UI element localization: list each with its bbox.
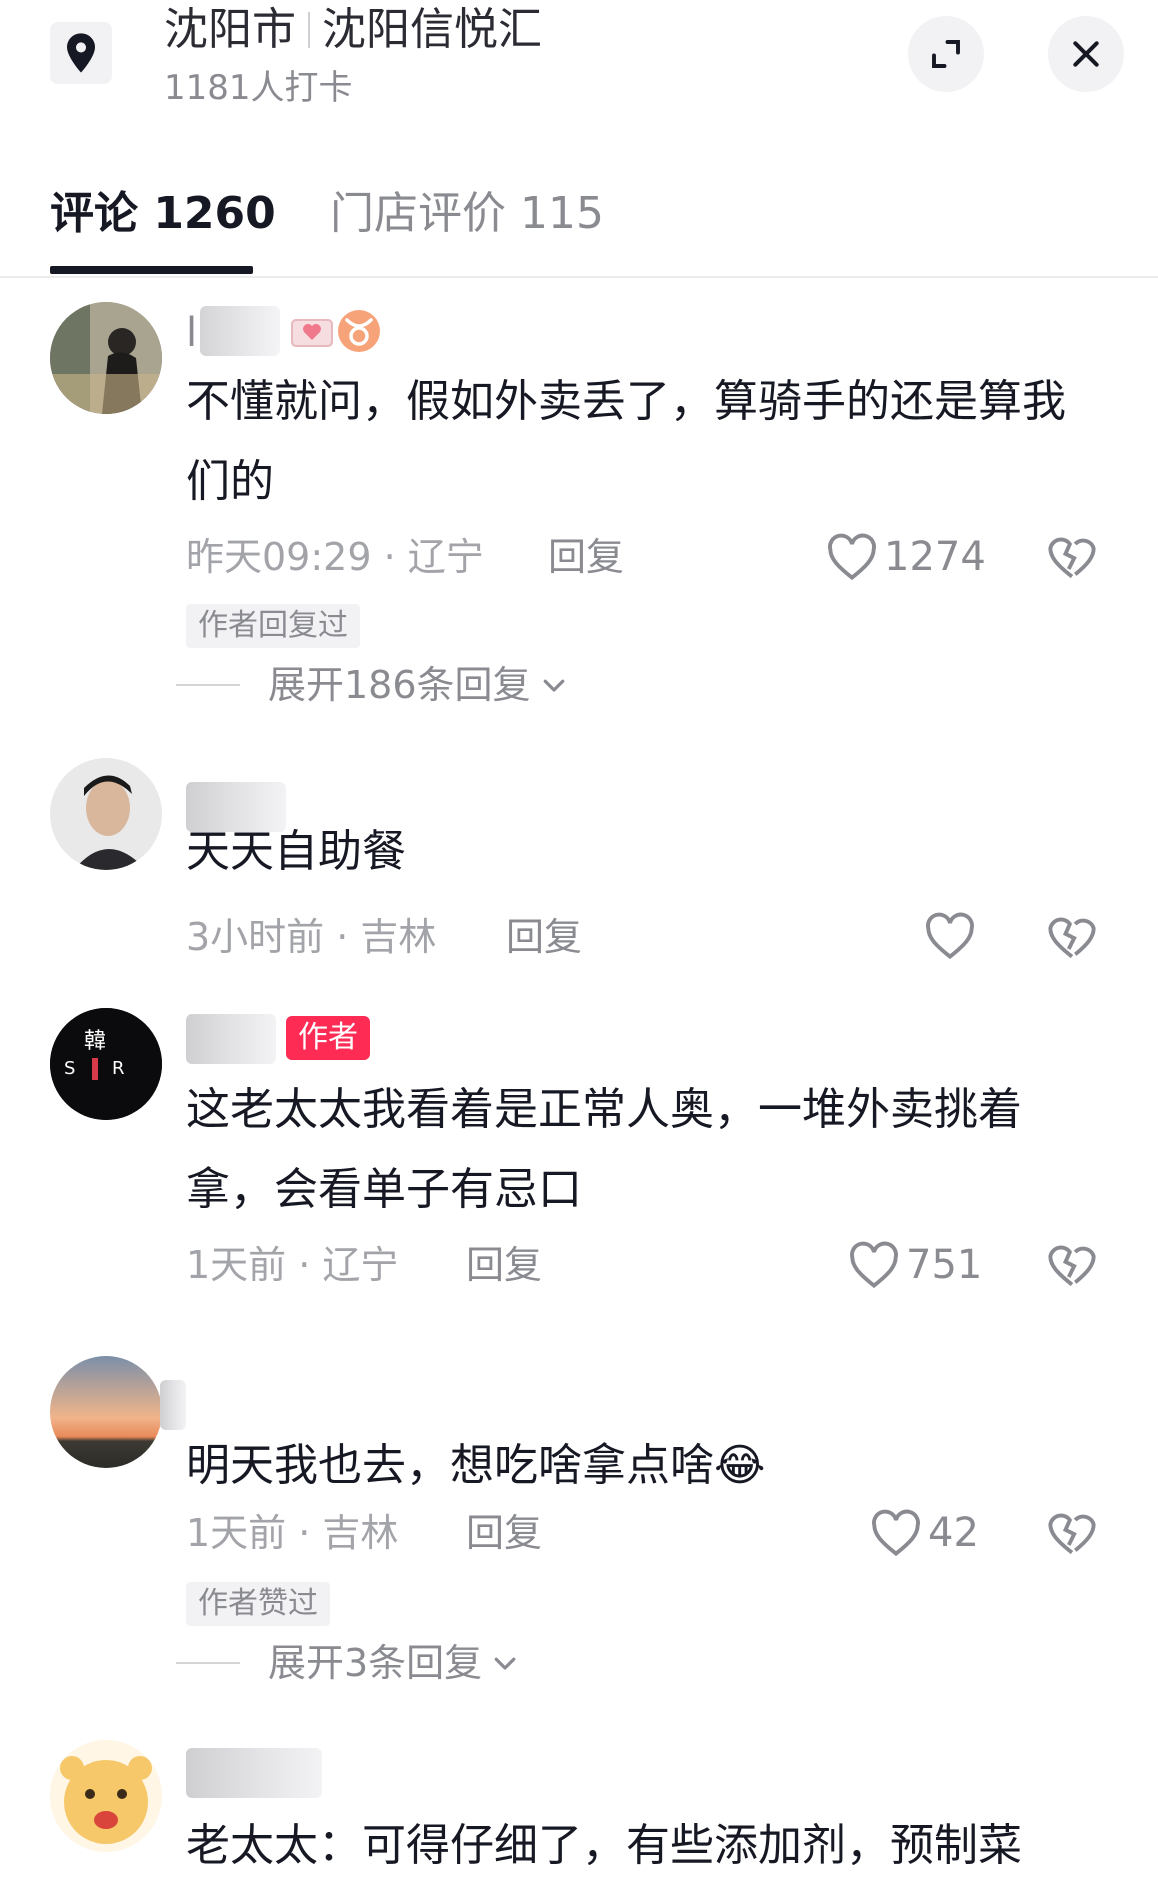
- reply-button[interactable]: 回复: [506, 912, 582, 962]
- author-liked-tag: 作者赞过: [186, 1582, 330, 1626]
- place-title[interactable]: 沈阳市 沈阳信悦汇: [164, 2, 542, 58]
- envelope-heart-icon: [291, 319, 333, 347]
- comment-text: 天天自助餐: [186, 826, 406, 877]
- broken-heart-icon[interactable]: [1046, 530, 1098, 582]
- avatar-photo: [50, 758, 162, 870]
- chevron-down-icon: [494, 1657, 516, 1670]
- like-button[interactable]: 42: [870, 1508, 979, 1558]
- like-count: 42: [928, 1510, 979, 1556]
- expand-replies-label: 展开186条回复: [268, 663, 531, 707]
- username-redacted[interactable]: [160, 1380, 186, 1430]
- heart-icon: [850, 1241, 898, 1289]
- heart-icon: [926, 912, 974, 960]
- broken-heart-icon[interactable]: [1046, 1506, 1098, 1558]
- like-button[interactable]: 751: [848, 1240, 982, 1290]
- comment-time-region: 昨天09:29 · 辽宁: [186, 535, 484, 579]
- taurus-zodiac-icon: [338, 310, 380, 352]
- map-pin-icon: [67, 33, 95, 73]
- comment-text: 明天我也去，想吃啥拿点啥: [186, 1440, 714, 1491]
- like-button[interactable]: 1274: [826, 532, 986, 582]
- expand-replies-button[interactable]: 展开3条回复: [176, 1638, 520, 1688]
- reply-button[interactable]: 回复: [466, 1508, 542, 1558]
- comment-text-row: 明天我也去，想吃啥拿点啥😂: [186, 1426, 1086, 1506]
- city-name: 沈阳市: [164, 4, 296, 55]
- comment-time-region: 1天前 · 吉林: [186, 1511, 399, 1555]
- expand-icon: [932, 40, 960, 68]
- avatar[interactable]: [50, 1356, 162, 1468]
- tab-comments[interactable]: 评论 1260: [50, 184, 276, 244]
- close-button[interactable]: [1048, 16, 1124, 92]
- expand-button[interactable]: [908, 16, 984, 92]
- expand-replies-button[interactable]: 展开186条回复: [176, 660, 569, 710]
- avatar-photo: [50, 1740, 162, 1852]
- author-replied-tag: 作者回复过: [186, 604, 360, 648]
- username[interactable]: l: [186, 308, 197, 358]
- reply-button[interactable]: 回复: [548, 532, 624, 582]
- heart-icon: [828, 533, 876, 581]
- header: 沈阳市 沈阳信悦汇 1181人打卡: [0, 0, 1158, 140]
- reply-button[interactable]: 回复: [466, 1240, 542, 1290]
- like-count: 751: [906, 1242, 983, 1288]
- comment-time-region: 1天前 · 辽宁: [186, 1243, 399, 1287]
- username-redacted[interactable]: [186, 1014, 276, 1064]
- active-tab-indicator: [50, 266, 253, 274]
- username-redacted: [200, 306, 280, 356]
- comment-text: 老太太：可得仔细了，有些添加剂，预制菜: [186, 1820, 1022, 1871]
- comment-text: 不懂就问，假如外卖丢了，算骑手的还是算我们的: [186, 376, 1066, 507]
- expand-replies-label: 展开3条回复: [268, 1641, 483, 1685]
- chevron-down-icon: [543, 679, 564, 692]
- place-name: 沈阳信悦汇: [322, 4, 542, 55]
- tab-store-reviews[interactable]: 门店评价 115: [330, 184, 604, 244]
- svg-text:R: R: [112, 1058, 125, 1079]
- username-redacted[interactable]: [186, 1748, 322, 1798]
- avatar[interactable]: [50, 758, 162, 870]
- like-button[interactable]: [924, 912, 982, 960]
- broken-heart-icon[interactable]: [1046, 910, 1098, 962]
- checkin-count: 1181人打卡: [164, 68, 353, 108]
- avatar[interactable]: 韓 S R: [50, 1008, 162, 1120]
- location-button[interactable]: [50, 22, 112, 84]
- heart-icon: [872, 1509, 920, 1557]
- divider-line: [176, 1662, 240, 1664]
- title-divider: [308, 12, 310, 48]
- laughing-emoji: 😂: [714, 1440, 766, 1491]
- avatar[interactable]: [50, 1740, 162, 1852]
- divider-line: [176, 684, 240, 686]
- close-icon: [1073, 41, 1099, 67]
- avatar[interactable]: [50, 302, 162, 414]
- avatar-photo: 韓 S R: [50, 1008, 162, 1120]
- author-badge: 作者: [286, 1016, 370, 1060]
- svg-text:S: S: [64, 1058, 75, 1079]
- comment-time-region: 3小时前 · 吉林: [186, 915, 437, 959]
- tab-bar: 评论 1260 门店评价 115: [0, 176, 1158, 278]
- comment-text: 这老太太我看着是正常人奥，一堆外卖挑着拿，会看单子有忌口: [186, 1084, 1022, 1215]
- avatar-photo: [50, 302, 162, 414]
- broken-heart-icon[interactable]: [1046, 1238, 1098, 1290]
- avatar-photo: [50, 1356, 162, 1468]
- svg-text:韓: 韓: [84, 1029, 106, 1054]
- like-count: 1274: [884, 534, 986, 580]
